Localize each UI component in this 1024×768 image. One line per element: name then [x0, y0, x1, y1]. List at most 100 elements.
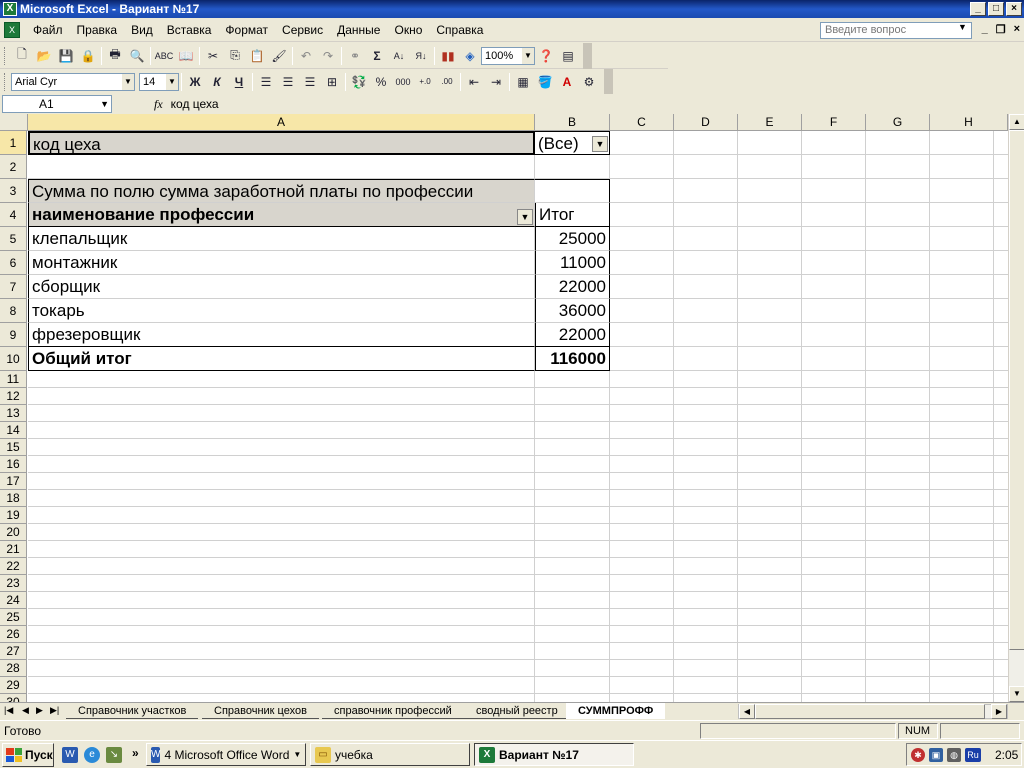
row-field-dropdown-button[interactable]: ▼ [517, 209, 533, 225]
filter-dropdown-button[interactable]: ▼ [592, 136, 608, 152]
menu-file[interactable]: Файл [26, 23, 70, 37]
formula-input[interactable]: код цеха [171, 97, 219, 111]
sheet-tab[interactable]: Справочник участков [66, 703, 199, 719]
row-header[interactable]: 23 [0, 575, 27, 592]
row-header[interactable]: 12 [0, 388, 27, 405]
sheet-tab[interactable]: Справочник цехов [202, 703, 319, 719]
menu-insert[interactable]: Вставка [160, 23, 219, 37]
row-header[interactable]: 1 [0, 131, 27, 155]
spreadsheet-grid[interactable]: A B C D E F G H 1 2 3 4 5 6 7 8 9 10 11 … [0, 114, 1008, 702]
pivot-item-value[interactable]: 11000 [535, 251, 610, 275]
zoom-select[interactable]: 100% ▼ [481, 46, 535, 65]
align-center-icon[interactable]: ☰ [277, 71, 299, 93]
cell-b3[interactable] [535, 179, 610, 203]
copy-icon[interactable]: ⎘ [224, 45, 246, 67]
menu-tools[interactable]: Сервис [275, 23, 330, 37]
first-sheet-icon[interactable]: |◀ [4, 705, 13, 716]
row-header[interactable]: 15 [0, 439, 27, 456]
pivot-item-name[interactable]: сборщик [28, 275, 535, 299]
scroll-left-button[interactable]: ◀ [739, 704, 755, 719]
font-select[interactable]: Arial Cyr ▼ [11, 72, 135, 91]
chevron-down-icon[interactable]: ▼ [100, 96, 109, 112]
menu-format[interactable]: Формат [218, 23, 275, 37]
antivirus-icon[interactable]: ✱ [911, 747, 925, 762]
menu-window[interactable]: Окно [387, 23, 429, 37]
row-header[interactable]: 5 [0, 227, 27, 251]
save-icon[interactable]: 💾 [55, 45, 77, 67]
function-icon[interactable]: fx [154, 97, 163, 112]
chevron-down-icon[interactable]: ▼ [166, 73, 178, 90]
menu-view[interactable]: Вид [124, 23, 160, 37]
chevron-down-icon[interactable]: ▼ [122, 73, 134, 90]
row-header[interactable]: 24 [0, 592, 27, 609]
column-header-a[interactable]: A [28, 114, 535, 131]
network-icon[interactable]: ▣ [929, 747, 943, 762]
toolbar-grip[interactable] [4, 72, 7, 91]
redo-icon[interactable]: ↷ [317, 45, 339, 67]
column-header-c[interactable]: C [610, 114, 674, 131]
document-icon[interactable]: X [4, 22, 20, 38]
pivot-item-name[interactable]: клепальщик [28, 227, 535, 251]
pivot-item-value[interactable]: 22000 [535, 275, 610, 299]
sheet-tab-active[interactable]: СУММПРОФФ [566, 703, 666, 719]
cell-b4-total-header[interactable]: Итог [535, 203, 610, 227]
row-header[interactable]: 4 [0, 203, 27, 227]
bold-button[interactable]: Ж [184, 71, 206, 93]
last-sheet-icon[interactable]: ▶| [50, 705, 59, 716]
cell-a3-data-title[interactable]: Сумма по полю сумма заработной платы по … [28, 179, 535, 203]
open-icon[interactable]: 📂 [33, 45, 55, 67]
row-header[interactable]: 27 [0, 643, 27, 660]
chevron-down-icon[interactable]: ▼ [958, 22, 967, 32]
row-header[interactable]: 30 [0, 694, 27, 702]
row-header[interactable]: 9 [0, 323, 27, 347]
toolbar-options-button[interactable] [583, 42, 592, 69]
align-left-icon[interactable]: ☰ [255, 71, 277, 93]
window-icon[interactable]: ▤ [557, 45, 579, 67]
fill-color-icon[interactable]: 🪣 [534, 71, 556, 93]
row-header[interactable]: 25 [0, 609, 27, 626]
chevron-down-icon[interactable]: ▼ [522, 47, 534, 64]
currency-icon[interactable]: 💱 [348, 71, 370, 93]
chevron-right-icon[interactable]: » [132, 746, 139, 760]
taskbar-button-excel[interactable]: X Вариант №17 [474, 743, 634, 766]
cell-b2[interactable] [535, 155, 610, 179]
increase-indent-icon[interactable]: ⇥ [485, 71, 507, 93]
toolbar-options-button[interactable] [604, 68, 613, 95]
decrease-indent-icon[interactable]: ⇤ [463, 71, 485, 93]
column-header-h[interactable]: H [930, 114, 1008, 131]
row-header[interactable]: 19 [0, 507, 27, 524]
menu-data[interactable]: Данные [330, 23, 387, 37]
minimize-button[interactable]: _ [970, 2, 986, 16]
row-header[interactable]: 29 [0, 677, 27, 694]
next-sheet-icon[interactable]: ▶ [36, 705, 43, 716]
column-header-b[interactable]: B [535, 114, 610, 131]
row-header[interactable]: 22 [0, 558, 27, 575]
empty-cells-area[interactable] [610, 131, 1008, 371]
pivot-item-value[interactable]: 36000 [535, 299, 610, 323]
sort-descending-icon[interactable]: Я↓ [410, 45, 432, 67]
undo-icon[interactable]: ↶ [295, 45, 317, 67]
chart-wizard-icon[interactable]: ▮▮ [437, 45, 459, 67]
column-header-e[interactable]: E [738, 114, 802, 131]
format-painter-icon[interactable]: 🖌 [268, 45, 290, 67]
taskbar-button-folder[interactable]: ▭ учебка [310, 743, 470, 766]
pivot-item-name[interactable]: токарь [28, 299, 535, 323]
doc-close-button[interactable]: × [1014, 23, 1020, 36]
close-button[interactable]: × [1006, 2, 1022, 16]
italic-button[interactable]: К [206, 71, 228, 93]
scroll-down-button[interactable]: ▼ [1009, 686, 1024, 702]
sheet-tab[interactable]: сводный реестр [464, 703, 570, 719]
row-header[interactable]: 26 [0, 626, 27, 643]
new-icon[interactable]: 🗋 [11, 45, 33, 67]
start-button[interactable]: Пуск [2, 743, 54, 767]
row-header[interactable]: 21 [0, 541, 27, 558]
permission-icon[interactable]: 🔒 [77, 45, 99, 67]
ask-question-input[interactable]: Введите вопрос [820, 22, 972, 39]
doc-minimize-button[interactable]: _ [982, 23, 988, 36]
pivot-item-value[interactable]: 22000 [535, 323, 610, 347]
scroll-thumb[interactable] [1009, 130, 1024, 650]
row-header[interactable]: 18 [0, 490, 27, 507]
cell-a4-row-field[interactable]: наименование профессии [28, 203, 535, 227]
scroll-right-button[interactable]: ▶ [991, 704, 1007, 719]
row-header[interactable]: 20 [0, 524, 27, 541]
